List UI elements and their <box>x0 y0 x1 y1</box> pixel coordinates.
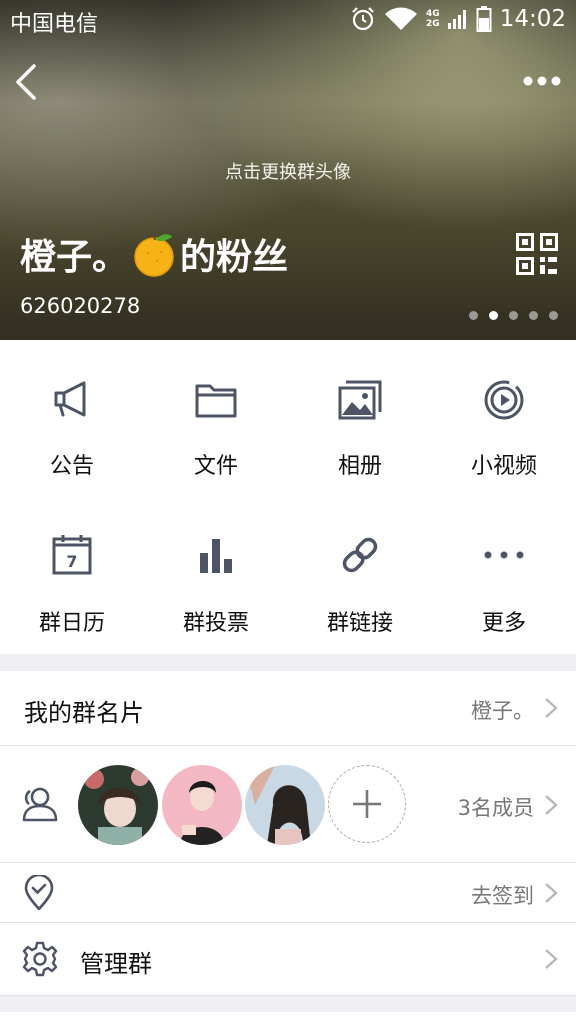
page-dot <box>509 311 518 320</box>
page-dot <box>469 311 478 320</box>
feature-announcement[interactable]: 公告 <box>0 340 144 497</box>
group-id: 626020278 <box>20 294 141 318</box>
my-group-card-row[interactable]: 我的群名片 橙子。 <box>0 671 576 745</box>
feature-label: 更多 <box>481 611 526 636</box>
checkin-label: 去签到 <box>471 884 534 908</box>
group-name: 橙子。 的粉丝 <box>20 228 288 280</box>
more-dots-icon <box>484 551 524 559</box>
feature-calendar[interactable]: 7 群日历 <box>0 497 144 654</box>
next-section-row <box>0 1012 576 1024</box>
member-photo-3 <box>245 765 325 845</box>
member-photo-2 <box>162 765 242 845</box>
folder-icon <box>195 384 237 418</box>
location-check-icon <box>24 875 54 911</box>
group-name-suffix: 的粉丝 <box>180 237 289 278</box>
page-dot <box>549 311 558 320</box>
member-avatar[interactable] <box>245 765 325 845</box>
back-arrow-icon[interactable] <box>12 62 42 102</box>
change-avatar-hint[interactable]: 点击更换群头像 <box>0 158 576 184</box>
feature-files[interactable]: 文件 <box>144 340 288 497</box>
orange-emoji-icon <box>134 234 174 277</box>
checkin-row[interactable]: 去签到 <box>0 863 576 922</box>
group-name-prefix: 橙子。 <box>20 237 129 278</box>
feature-more[interactable]: 更多 <box>432 497 576 654</box>
qr-code-icon[interactable] <box>516 233 558 275</box>
my-group-card-value: 橙子。 <box>471 699 534 723</box>
feature-label: 小视频 <box>470 454 537 479</box>
manage-group-label: 管理群 <box>80 950 152 978</box>
feature-label: 群投票 <box>182 611 249 636</box>
manage-group-row[interactable]: 管理群 <box>0 923 576 995</box>
chevron-right-icon <box>545 949 558 969</box>
calendar-icon: 7 <box>52 535 92 575</box>
gear-icon <box>22 941 58 977</box>
add-member-button[interactable] <box>328 765 406 843</box>
feature-grid: 公告 文件 相册 小视频 7 群日历 群投票 群链接 更多 <box>0 340 576 654</box>
video-play-icon <box>484 380 524 420</box>
feature-link[interactable]: 群链接 <box>288 497 432 654</box>
feature-album[interactable]: 相册 <box>288 340 432 497</box>
plus-icon <box>353 790 381 818</box>
my-group-card-label: 我的群名片 <box>24 699 144 727</box>
feature-label: 群日历 <box>38 611 105 636</box>
more-options-icon[interactable] <box>522 72 562 90</box>
chevron-right-icon <box>545 883 558 903</box>
megaphone-icon <box>54 381 86 417</box>
feature-label: 文件 <box>193 454 238 479</box>
feature-label: 相册 <box>337 454 382 479</box>
member-avatar[interactable] <box>162 765 242 845</box>
member-avatar[interactable] <box>78 765 158 845</box>
chevron-right-icon <box>545 698 558 718</box>
members-icon <box>22 787 58 822</box>
bar-chart-icon <box>200 539 232 573</box>
link-icon <box>342 537 378 573</box>
page-indicator <box>469 311 558 320</box>
page-dot-active <box>489 311 498 320</box>
divider <box>0 995 576 996</box>
calendar-day-number: 7 <box>66 552 77 571</box>
feature-label: 公告 <box>49 454 94 479</box>
feature-short-video[interactable]: 小视频 <box>432 340 576 497</box>
member-count: 3名成员 <box>457 796 534 820</box>
members-row[interactable]: 3名成员 <box>0 746 576 862</box>
member-photo-1 <box>78 765 158 845</box>
chevron-right-icon <box>545 795 558 815</box>
feature-label: 群链接 <box>326 611 393 636</box>
feature-vote[interactable]: 群投票 <box>144 497 288 654</box>
photo-album-icon <box>338 380 382 420</box>
page-dot <box>529 311 538 320</box>
